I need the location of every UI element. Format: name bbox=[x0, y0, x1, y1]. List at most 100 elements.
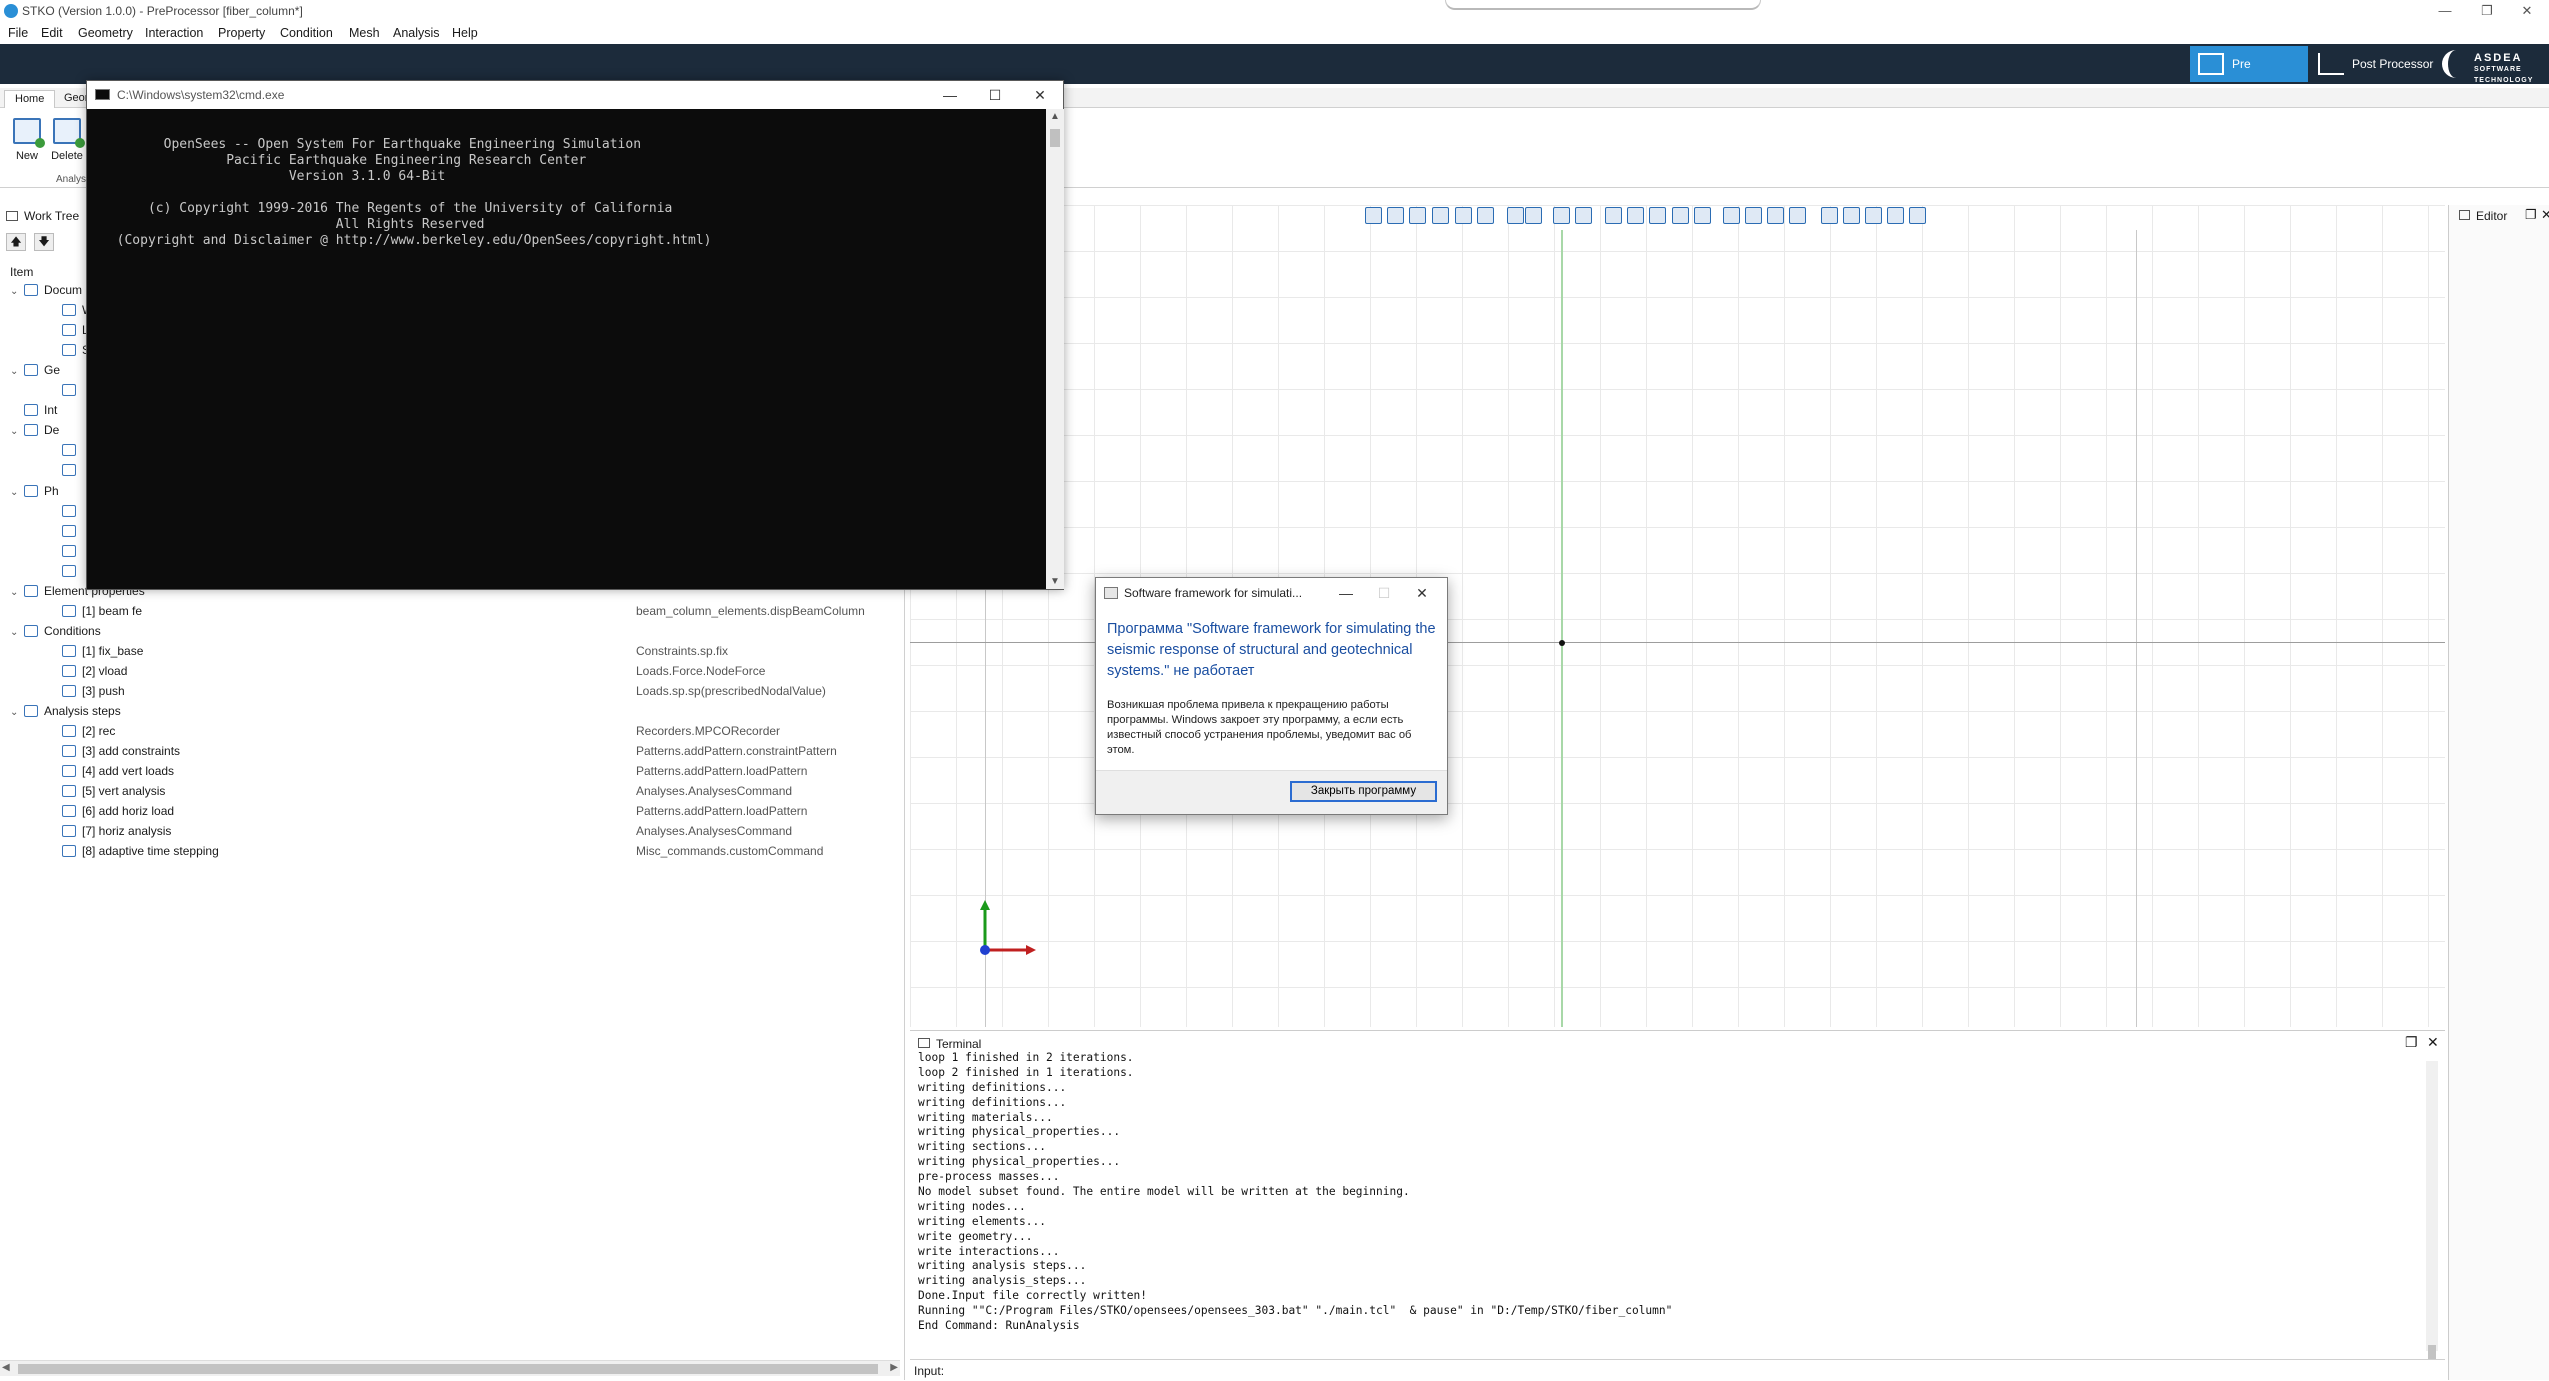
float-icon[interactable]: ❐ bbox=[2405, 1034, 2418, 1051]
expand-chevron-icon[interactable]: ⌄ bbox=[10, 707, 24, 718]
layer-1-icon[interactable] bbox=[1821, 207, 1838, 224]
scroll-thumb[interactable] bbox=[1050, 129, 1060, 147]
move-down-button[interactable]: 🡇 bbox=[34, 233, 54, 251]
scroll-thumb[interactable] bbox=[18, 1364, 878, 1374]
view-right-icon[interactable] bbox=[1455, 207, 1472, 224]
tree-row[interactable]: ⌄ Ph bbox=[10, 484, 59, 504]
restore-button[interactable]: ❐ bbox=[2467, 0, 2507, 22]
tree-row[interactable]: ⌄ Docum bbox=[10, 283, 82, 303]
close-button[interactable]: ✕ bbox=[1017, 81, 1063, 109]
scroll-right-icon[interactable]: ▶ bbox=[890, 1362, 898, 1373]
tree-row[interactable] bbox=[48, 463, 82, 483]
tree-row[interactable]: Int bbox=[10, 403, 57, 423]
post-processor-button[interactable]: Post Processor bbox=[2310, 46, 2435, 82]
terminal-scrollbar[interactable] bbox=[2426, 1061, 2438, 1359]
tree-row[interactable]: [4] add vert loads bbox=[48, 764, 174, 784]
expand-chevron-icon[interactable]: ⌄ bbox=[10, 587, 24, 598]
expand-chevron-icon[interactable]: ⌄ bbox=[10, 487, 24, 498]
tree-row[interactable]: ⌄ Ge bbox=[10, 363, 60, 383]
tree-node-icon bbox=[24, 584, 38, 597]
editor-panel: Editor ❐ ✕ bbox=[2448, 205, 2549, 1380]
axes-icon[interactable] bbox=[1649, 207, 1666, 224]
tree-row[interactable]: [1] fix_base bbox=[48, 644, 143, 664]
expand-chevron-icon[interactable]: ⌄ bbox=[10, 286, 24, 297]
menu-property[interactable]: Property bbox=[218, 26, 265, 40]
display-solids-icon[interactable] bbox=[1789, 207, 1806, 224]
cmd-scrollbar[interactable]: ▲ ▼ bbox=[1046, 109, 1064, 589]
menu-analysis[interactable]: Analysis bbox=[393, 26, 440, 40]
perspective-icon[interactable] bbox=[1507, 207, 1524, 224]
scroll-down-icon[interactable]: ▼ bbox=[1050, 576, 1060, 587]
tree-row[interactable] bbox=[48, 504, 82, 524]
select-add-icon[interactable] bbox=[1694, 207, 1711, 224]
view-top-icon[interactable] bbox=[1477, 207, 1494, 224]
move-up-button[interactable]: 🡅 bbox=[6, 233, 26, 251]
menu-condition[interactable]: Condition bbox=[280, 26, 333, 40]
display-edges-icon[interactable] bbox=[1745, 207, 1762, 224]
menu-interaction[interactable]: Interaction bbox=[145, 26, 203, 40]
minimize-button[interactable]: — bbox=[2425, 0, 2465, 22]
monitor-icon bbox=[2198, 53, 2224, 75]
expand-chevron-icon[interactable]: ⌄ bbox=[10, 426, 24, 437]
terminal-input[interactable] bbox=[948, 1362, 2438, 1380]
expand-chevron-icon[interactable]: ⌄ bbox=[10, 366, 24, 377]
menu-mesh[interactable]: Mesh bbox=[349, 26, 380, 40]
tree-row[interactable] bbox=[48, 524, 82, 544]
menu-file[interactable]: File bbox=[8, 26, 28, 40]
tree-horizontal-scrollbar[interactable]: ◀ ▶ bbox=[0, 1360, 900, 1376]
tree-row[interactable]: [1] beam fe bbox=[48, 604, 142, 624]
view-back-icon[interactable] bbox=[1409, 207, 1426, 224]
tree-row[interactable]: ⌄ De bbox=[10, 423, 59, 443]
menu-help[interactable]: Help bbox=[452, 26, 478, 40]
pause-icon[interactable] bbox=[1525, 207, 1542, 224]
tree-row[interactable]: ⌄ Analysis steps bbox=[10, 704, 121, 724]
title-bar-handle[interactable] bbox=[1445, 0, 1761, 10]
minimize-button[interactable]: — bbox=[1326, 578, 1366, 608]
close-icon[interactable]: ✕ bbox=[2427, 1034, 2439, 1051]
grid-icon[interactable] bbox=[1605, 207, 1622, 224]
tree-row[interactable]: [3] push bbox=[48, 684, 125, 704]
menu-edit[interactable]: Edit bbox=[41, 26, 63, 40]
tree-row[interactable]: [5] vert analysis bbox=[48, 784, 165, 804]
pre-processor-button[interactable]: Pre Processor bbox=[2190, 46, 2308, 107]
view-iso-icon[interactable] bbox=[1365, 207, 1382, 224]
select-box-icon[interactable] bbox=[1672, 207, 1689, 224]
zoom-icon[interactable] bbox=[1575, 207, 1592, 224]
menu-geometry[interactable]: Geometry bbox=[78, 26, 133, 40]
tree-row[interactable]: [3] add constraints bbox=[48, 744, 180, 764]
layer-5-icon[interactable] bbox=[1909, 207, 1926, 224]
close-button[interactable]: ✕ bbox=[2507, 0, 2547, 22]
delete-analysis-button[interactable]: Delete bbox=[50, 118, 85, 162]
tree-row[interactable] bbox=[48, 564, 82, 584]
zoom-fit-icon[interactable] bbox=[1553, 207, 1570, 224]
display-nodes-icon[interactable] bbox=[1723, 207, 1740, 224]
close-icon[interactable]: ✕ bbox=[2541, 207, 2549, 223]
tab-home[interactable]: Home bbox=[4, 90, 56, 108]
tree-row[interactable]: [2] rec bbox=[48, 724, 115, 744]
view-left-icon[interactable] bbox=[1432, 207, 1449, 224]
tree-row[interactable] bbox=[48, 443, 82, 463]
layer-2-icon[interactable] bbox=[1843, 207, 1860, 224]
grid-dense-icon[interactable] bbox=[1627, 207, 1644, 224]
close-program-button[interactable]: Закрыть программу bbox=[1290, 781, 1437, 802]
expand-chevron-icon[interactable]: ⌄ bbox=[10, 627, 24, 638]
layer-3-icon[interactable] bbox=[1865, 207, 1882, 224]
scroll-left-icon[interactable]: ◀ bbox=[2, 1362, 10, 1373]
display-faces-icon[interactable] bbox=[1767, 207, 1784, 224]
close-button[interactable]: ✕ bbox=[1402, 578, 1442, 608]
tree-row[interactable] bbox=[48, 544, 82, 564]
float-icon[interactable]: ❐ bbox=[2525, 207, 2537, 223]
new-analysis-button[interactable]: New bbox=[10, 118, 45, 162]
view-front-icon[interactable] bbox=[1387, 207, 1404, 224]
tree-row[interactable]: [7] horiz analysis bbox=[48, 824, 171, 844]
maximize-button[interactable]: ☐ bbox=[972, 81, 1018, 109]
scroll-up-icon[interactable]: ▲ bbox=[1050, 111, 1060, 122]
tree-row[interactable]: [2] vload bbox=[48, 664, 127, 684]
tree-row[interactable] bbox=[48, 383, 82, 403]
tree-row[interactable]: [8] adaptive time stepping bbox=[48, 844, 219, 864]
tree-row[interactable]: ⌄ Conditions bbox=[10, 624, 101, 644]
minimize-button[interactable]: — bbox=[927, 81, 973, 109]
layer-4-icon[interactable] bbox=[1887, 207, 1904, 224]
tree-row[interactable]: [6] add horiz load bbox=[48, 804, 174, 824]
scroll-thumb[interactable] bbox=[2428, 1345, 2436, 1359]
